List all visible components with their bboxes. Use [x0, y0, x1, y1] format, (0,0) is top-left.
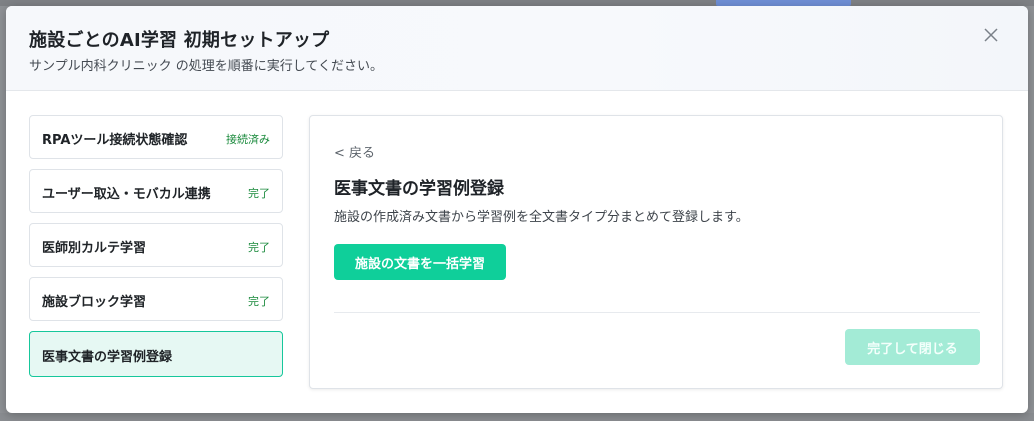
close-button[interactable] [980, 24, 1002, 46]
step-label: 医師別カルテ学習 [42, 241, 147, 256]
step-item-rpa-connection[interactable]: RPAツール接続状態確認 接続済み [29, 115, 283, 159]
step-item-user-import[interactable]: ユーザー取込・モバカル連携 完了 [29, 169, 283, 213]
divider [334, 312, 980, 313]
modal-subtitle: サンプル内科クリニック の処理を順番に実行してください。 [29, 59, 383, 74]
step-status-badge: 完了 [248, 187, 270, 200]
modal-title: 施設ごとのAI学習 初期セットアップ [29, 30, 330, 51]
step-label: ユーザー取込・モバカル連携 [42, 187, 211, 202]
modal-header: 施設ごとのAI学習 初期セットアップ サンプル内科クリニック の処理を順番に実行… [6, 6, 1028, 91]
panel-description: 施設の作成済み文書から学習例を全文書タイプ分まとめて登録します。 [334, 210, 749, 225]
step-status-badge: 完了 [248, 295, 270, 308]
step-label: 医事文書の学習例登録 [42, 350, 173, 365]
bulk-learn-button[interactable]: 施設の文書を一括学習 [334, 244, 506, 280]
panel-title: 医事文書の学習例登録 [334, 179, 504, 199]
close-icon [984, 28, 998, 42]
step-label: RPAツール接続状態確認 [42, 133, 188, 148]
step-status-badge: 接続済み [226, 133, 270, 146]
finish-close-button[interactable]: 完了して閉じる [845, 329, 980, 365]
backdrop-bottom-strip [0, 413, 1034, 421]
back-link[interactable]: < 戻る [334, 142, 375, 161]
step-item-doctor-chart[interactable]: 医師別カルテ学習 完了 [29, 223, 283, 267]
step-detail-panel: < 戻る 医事文書の学習例登録 施設の作成済み文書から学習例を全文書タイプ分まと… [309, 115, 1003, 389]
step-item-facility-block[interactable]: 施設ブロック学習 完了 [29, 277, 283, 321]
step-label: 施設ブロック学習 [42, 295, 147, 310]
step-status-badge: 完了 [248, 241, 270, 254]
setup-modal: 施設ごとのAI学習 初期セットアップ サンプル内科クリニック の処理を順番に実行… [6, 6, 1028, 413]
step-item-medical-docs[interactable]: 医事文書の学習例登録 [29, 331, 283, 377]
